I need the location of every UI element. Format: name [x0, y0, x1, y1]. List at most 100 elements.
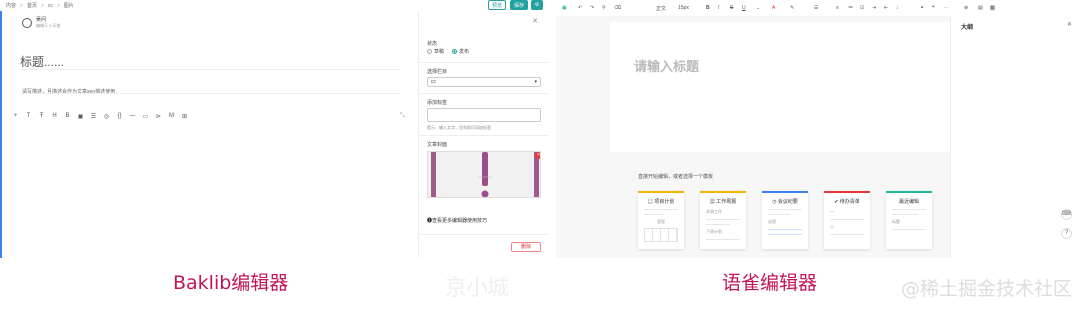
align-icon[interactable]: ☰ [814, 5, 818, 11]
help-icon[interactable]: ? [1061, 228, 1072, 239]
image-icon[interactable]: ▣ [77, 113, 84, 120]
insert-icon[interactable]: ⊕ [964, 5, 968, 11]
italic-button[interactable]: I [718, 5, 719, 11]
save-status-icon[interactable]: ▣ [562, 5, 567, 11]
line-height-icon[interactable]: ↕ [896, 5, 899, 11]
status-publish-radio[interactable]: 发布 [452, 48, 469, 55]
column-select[interactable]: cc ▾ [427, 77, 541, 87]
save-button[interactable]: 保存 [510, 0, 528, 10]
underline-button[interactable]: U [742, 5, 746, 11]
preview-button[interactable]: 预览 [488, 0, 506, 10]
breadcrumb-item[interactable]: cc [48, 3, 53, 9]
quote-icon[interactable]: ❝ [932, 5, 935, 11]
outline-toggle-icon[interactable]: ▦ [990, 5, 995, 11]
template-card-recent[interactable]: 最近编辑 标题 [886, 191, 932, 249]
delete-button[interactable]: 删除 [511, 242, 541, 252]
ordered-list-icon[interactable]: ≡ [836, 5, 839, 11]
breadcrumb-item[interactable]: 内容 [6, 2, 16, 9]
markdown-icon[interactable]: M [168, 113, 175, 120]
text-icon[interactable]: T [25, 113, 32, 120]
embed-icon[interactable]: ⊳ [155, 113, 162, 120]
close-icon[interactable]: ✕ [1067, 21, 1072, 28]
expand-icon[interactable]: ⤡ [400, 113, 405, 120]
template-title: 工作周报 [716, 199, 737, 205]
template-card-project-plan[interactable]: ▤ 项目计划 里程 [638, 191, 684, 249]
font-size-select[interactable]: 15px [678, 5, 689, 11]
status-radio-group: 草稿 发布 [427, 48, 469, 55]
checkbox-icon[interactable]: ☑ [860, 5, 864, 11]
keyboard-icon[interactable]: ⌨ [1061, 209, 1072, 220]
title-input[interactable]: 请输入标题 [634, 56, 699, 75]
chevron-down-icon: ▾ [534, 79, 537, 85]
template-line: 里程 [657, 219, 665, 224]
highlight-icon[interactable]: ✎ [790, 5, 794, 11]
yuque-toolbar: ▣ ↶ ↷ ⚲ ⌫ 正文 15px B I S U ⌄ A ✎ ☰ ≡ ≔ ☑ … [556, 0, 1080, 16]
settings-panel: ✕ 状态 草稿 发布 选择栏目 cc ▾ 添加标签 提示：输入文字，回车即可添加… [418, 11, 549, 258]
heading-icon[interactable]: H [51, 113, 58, 120]
template-line: 二 [830, 224, 834, 229]
clear-format-icon[interactable]: ⌫ [614, 5, 621, 11]
cover-label: 文章封面 [427, 142, 448, 148]
editor-canvas: 请输入标题 直接开始编辑，或者选择一个模板 ▤ 项目计划 里程 ▦ 工作周报 本… [556, 16, 950, 258]
template-line: 下周计划 [706, 229, 722, 234]
title-input[interactable]: 标题...... [20, 53, 64, 70]
watermark: @稀土掘金技术社区 [900, 278, 1072, 300]
code-icon[interactable]: {} [116, 113, 123, 120]
clipboard-icon: ▤ [647, 199, 653, 205]
bold-icon[interactable]: B [64, 113, 71, 120]
template-title: 待办清单 [839, 199, 860, 205]
more-icon[interactable]: ⋯ [944, 5, 949, 11]
template-card-weekly-report[interactable]: ▦ 工作周报 本周工作 下周计划 [700, 191, 746, 249]
video-icon[interactable]: ▭ [142, 113, 149, 120]
divider-icon[interactable]: — [129, 113, 136, 120]
template-title: 会议纪要 [777, 199, 798, 205]
bullet-list-icon[interactable]: ≔ [848, 5, 853, 11]
list-icon[interactable]: ☰ [90, 113, 97, 120]
strikethrough-icon[interactable]: Ŧ [38, 113, 45, 120]
template-icon[interactable]: ▤ [978, 5, 983, 11]
breadcrumb-item[interactable]: 首页 [27, 2, 37, 9]
outdent-icon[interactable]: ⇤ [884, 5, 888, 11]
add-icon[interactable]: + [12, 113, 19, 120]
redo-icon[interactable]: ↷ [590, 5, 594, 11]
link-icon[interactable]: ◎ [103, 113, 110, 120]
status-draft-radio[interactable]: 草稿 [427, 48, 444, 55]
table-icon[interactable]: ⊞ [181, 113, 188, 120]
column-value: cc [431, 79, 436, 85]
tags-input[interactable] [427, 108, 541, 122]
strike-button[interactable]: S [730, 5, 733, 11]
close-icon[interactable]: ✕ [532, 17, 538, 25]
document-paper: 请输入标题 [610, 22, 950, 152]
template-card-todo-list[interactable]: ✔ 待办清单 一 二 [824, 191, 870, 249]
author-info: 吴问 编辑于 3 天前 [22, 17, 60, 29]
breadcrumb: 内容 > 首页 > cc > 图片 [6, 2, 74, 10]
indent-icon[interactable]: ⇥ [872, 5, 876, 11]
cover-image[interactable]: × [427, 151, 541, 198]
baklib-editor: 内容 > 首页 > cc > 图片 预览 保存 ⚙ 吴问 编辑于 3 天前 标题… [0, 0, 549, 258]
style-select[interactable]: 正文 [656, 5, 666, 12]
link-icon[interactable]: ⚭ [920, 5, 924, 11]
font-color-icon[interactable]: A [772, 5, 775, 11]
template-card-meeting-notes[interactable]: ◷ 会议纪要 议程 [762, 191, 808, 249]
tags-label: 添加标签 [427, 100, 448, 106]
more-format-icon[interactable]: ⌄ [756, 5, 760, 11]
divider [419, 93, 549, 94]
divider [419, 234, 549, 235]
undo-icon[interactable]: ↶ [578, 5, 582, 11]
outline-panel: 大纲 ✕ ⌨ ? [950, 16, 1080, 258]
yuque-editor: ▣ ↶ ↷ ⚲ ⌫ 正文 15px B I S U ⌄ A ✎ ☰ ≡ ≔ ☑ … [556, 0, 1080, 258]
avatar [22, 18, 32, 28]
clock-icon: ◷ [772, 199, 777, 205]
settings-button[interactable]: ⚙ [531, 0, 543, 10]
bold-button[interactable]: B [706, 5, 710, 11]
editor-toolbar: + T Ŧ H B ▣ ☰ ◎ {} — ▭ ⊳ M ⊞ [12, 113, 188, 120]
caption-middle: 京小城 [445, 276, 509, 301]
editor-tips-link[interactable]: ❶查看更多编辑器使用技巧 [427, 217, 487, 224]
start-hint: 直接开始编辑，或者选择一个模板 [638, 174, 714, 180]
check-icon: ✔ [834, 199, 839, 205]
divider [20, 69, 400, 70]
caption-baklib: Baklib编辑器 [173, 272, 289, 294]
remove-cover-icon[interactable]: × [535, 152, 540, 159]
format-painter-icon[interactable]: ⚲ [602, 5, 606, 11]
status-label: 状态 [427, 41, 438, 47]
